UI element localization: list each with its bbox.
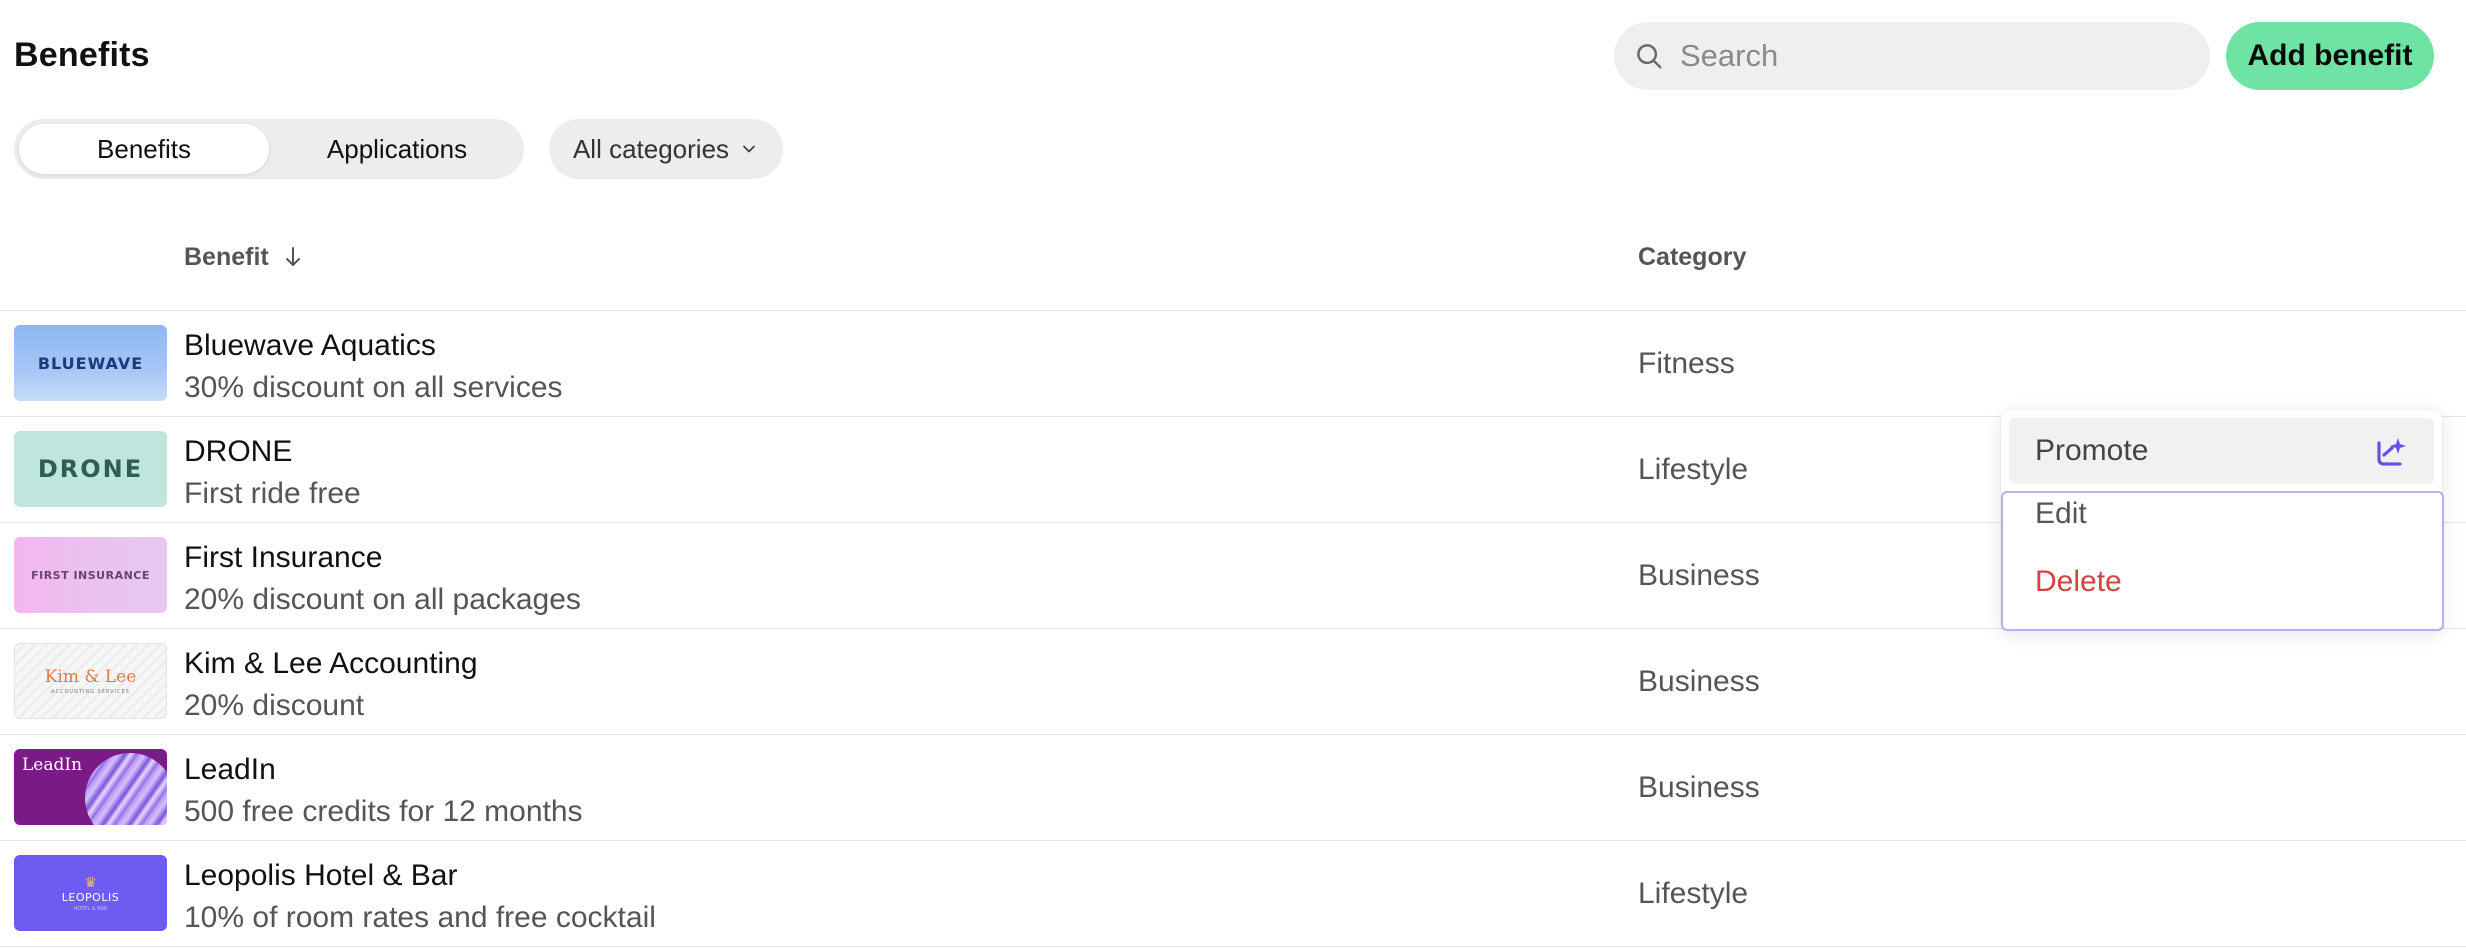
logo-text: DRONE xyxy=(37,455,144,483)
benefit-category: Lifestyle xyxy=(1638,877,1749,910)
benefit-name: LeadIn xyxy=(184,753,276,786)
benefit-category: Fitness xyxy=(1638,347,1735,380)
benefit-name: Kim & Lee Accounting xyxy=(184,647,478,680)
chevron-down-icon xyxy=(739,139,759,159)
page-title: Benefits xyxy=(14,36,150,74)
benefit-description: 20% discount xyxy=(184,689,365,722)
benefit-description: 10% of room rates and free cocktail xyxy=(184,901,656,934)
promote-menu-item[interactable]: Promote xyxy=(2009,418,2434,484)
table-row[interactable]: Kim & Lee ACCOUNTING SERVICES Kim & Lee … xyxy=(0,629,2466,734)
column-header-benefit[interactable]: Benefit xyxy=(184,240,303,274)
benefit-name: Bluewave Aquatics xyxy=(184,329,436,362)
tab-benefits[interactable]: Benefits xyxy=(19,124,269,174)
benefit-logo: BLUEWAVE xyxy=(14,325,167,401)
benefit-logo: Kim & Lee ACCOUNTING SERVICES xyxy=(14,643,167,719)
row-actions-menu: Promote Edit Delete xyxy=(2001,410,2442,630)
benefit-name: First Insurance xyxy=(184,541,383,574)
benefit-description: 500 free credits for 12 months xyxy=(184,795,583,828)
crown-icon: ♛ xyxy=(84,873,97,890)
table-row[interactable]: BLUEWAVE Bluewave Aquatics 30% discount … xyxy=(0,311,2466,416)
edit-menu-item[interactable]: Edit xyxy=(2009,488,2434,540)
benefit-logo: ♛ LEOPOLIS HOTEL & BAR xyxy=(14,855,167,931)
search-bar[interactable] xyxy=(1614,22,2210,90)
column-header-benefit-label: Benefit xyxy=(184,243,269,271)
benefit-description: 30% discount on all services xyxy=(184,371,563,404)
benefit-logo: FIRST INSURANCE xyxy=(14,537,167,613)
category-filter-dropdown[interactable]: All categories xyxy=(549,119,783,179)
promote-label: Promote xyxy=(2035,434,2149,467)
column-header-category: Category xyxy=(1638,243,1747,271)
table-row[interactable]: LeadIn LeadIn 500 free credits for 12 mo… xyxy=(0,735,2466,840)
benefit-category: Lifestyle xyxy=(1638,453,1749,486)
divider xyxy=(0,946,2466,947)
promote-sparkle-icon xyxy=(2374,435,2408,477)
benefit-logo: LeadIn xyxy=(14,749,167,825)
tab-applications[interactable]: Applications xyxy=(276,124,518,174)
logo-text: LeadIn xyxy=(22,755,83,775)
arrow-down-icon xyxy=(283,245,303,269)
table-row[interactable]: ♛ LEOPOLIS HOTEL & BAR Leopolis Hotel & … xyxy=(0,841,2466,946)
benefit-logo: DRONE xyxy=(14,431,167,507)
benefit-category: Business xyxy=(1638,771,1760,804)
benefit-name: Leopolis Hotel & Bar xyxy=(184,859,458,892)
benefit-description: 20% discount on all packages xyxy=(184,583,581,616)
benefit-name: DRONE xyxy=(184,435,293,468)
search-input[interactable] xyxy=(1678,37,2162,75)
logo-graphic xyxy=(85,753,167,825)
view-tabs: Benefits Applications xyxy=(14,119,524,179)
logo-subtext: ACCOUNTING SERVICES xyxy=(51,689,130,695)
delete-menu-item[interactable]: Delete xyxy=(2009,556,2434,608)
logo-text: BLUEWAVE xyxy=(37,353,144,373)
benefit-category: Business xyxy=(1638,559,1760,592)
benefit-description: First ride free xyxy=(184,477,361,510)
logo-text: LEOPOLIS xyxy=(61,890,120,904)
add-benefit-button[interactable]: Add benefit xyxy=(2226,22,2434,90)
search-icon xyxy=(1637,44,1662,69)
category-filter-label: All categories xyxy=(572,133,730,164)
logo-text: FIRST INSURANCE xyxy=(31,568,150,582)
logo-subtext: HOTEL & BAR xyxy=(73,905,108,912)
logo-text: Kim & Lee xyxy=(44,667,137,687)
benefit-category: Business xyxy=(1638,665,1760,698)
